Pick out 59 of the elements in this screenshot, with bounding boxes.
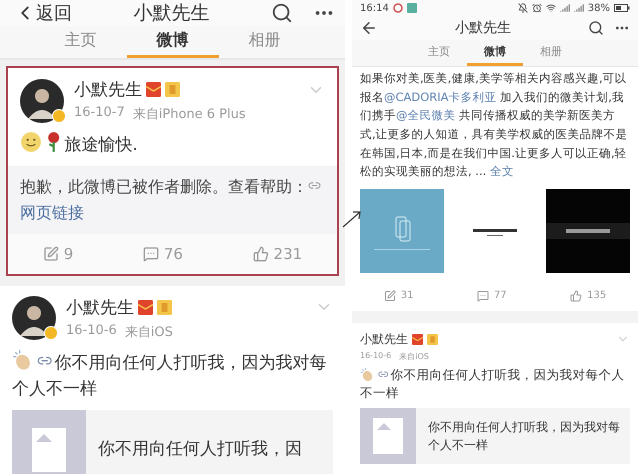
mention-link[interactable]: @全民微美 <box>396 108 456 122</box>
user-name[interactable]: 小默先生 <box>66 296 134 319</box>
alarm-icon <box>532 3 542 14</box>
post-text: 你不用向任何人打听我，因为我对每个人不一样 <box>360 366 626 402</box>
repost-count: 9 <box>64 244 74 263</box>
like-icon[interactable] <box>570 290 582 302</box>
like-count: 135 <box>587 290 606 302</box>
post-text: 如果你对美,医美,健康,美学等相关内容感兴趣,可以报名@CADORIA卡多利亚 加入我们的微美计划,我们携手@全民微美 共同传播权威的美学新医美方式,让更多的人知道，具有美学权威的医美品牌不是在韩国,日本,而是在我们中国.让更多人可以正确,轻松的实现美丽的想法, ... 全文 <box>360 70 629 180</box>
post-date: 16-10-7 <box>74 105 125 122</box>
envelope-icon <box>138 300 153 315</box>
web-link[interactable]: 网页链接 <box>20 202 84 222</box>
avatar[interactable] <box>20 78 64 122</box>
signal-icon <box>574 3 584 14</box>
like-count: 231 <box>274 244 302 263</box>
app-notification-icon <box>406 3 417 14</box>
envelope-icon <box>146 82 161 97</box>
member-badge-icon <box>427 334 438 345</box>
member-badge-icon <box>157 300 172 315</box>
smiley-icon <box>20 131 42 153</box>
comment-count: 76 <box>164 244 183 263</box>
verified-badge-icon <box>44 326 58 340</box>
user-name[interactable]: 小默先生 <box>360 330 408 348</box>
comment-icon[interactable] <box>142 246 159 262</box>
like-icon[interactable] <box>252 246 269 262</box>
page-title: 小默先生 <box>454 19 512 38</box>
notification-icon <box>392 3 403 14</box>
pointer-arrow <box>342 210 362 228</box>
battery-icon <box>614 4 630 12</box>
mention-link[interactable]: 全文 <box>490 164 514 178</box>
member-badge-icon <box>165 82 180 97</box>
post-date: 16-10-6 <box>66 322 117 340</box>
envelope-icon <box>412 334 423 345</box>
post-text: 你不用向任何人打听我，因为我对每个人不一样 <box>12 348 333 402</box>
post-source: 来自iPhone 6 Plus <box>132 106 246 123</box>
search-icon[interactable] <box>588 20 604 36</box>
mute-icon <box>518 3 528 14</box>
signal-icon <box>560 3 570 14</box>
post-text: 旅途愉快. <box>20 131 325 158</box>
user-name[interactable]: 小默先生 <box>74 78 142 101</box>
post-date: 16-10-6 <box>360 350 392 362</box>
battery-percent: 38% <box>588 2 610 14</box>
rose-icon <box>46 131 62 153</box>
status-time: 16:14 <box>360 2 389 14</box>
search-icon[interactable] <box>271 2 293 24</box>
repost-icon[interactable] <box>42 246 59 262</box>
post-source: 来自iOS <box>399 350 429 362</box>
comment-icon[interactable] <box>476 290 489 302</box>
notice-text: 抱歉，此微博已被作者删除。查看帮助： <box>20 177 308 196</box>
repost-count: 31 <box>400 290 414 302</box>
avatar[interactable] <box>12 296 56 340</box>
clapping-hands-icon <box>360 366 375 382</box>
back-button[interactable]: 返回 <box>14 1 72 25</box>
mention-link[interactable]: @CADORIA卡多利亚 <box>384 90 497 104</box>
link-icon <box>378 369 388 380</box>
page-title: 小默先生 <box>132 1 210 26</box>
verified-badge-icon <box>52 108 66 122</box>
post-source: 来自iOS <box>124 324 173 341</box>
comment-count: 77 <box>494 290 507 302</box>
repost-icon[interactable] <box>384 290 396 302</box>
